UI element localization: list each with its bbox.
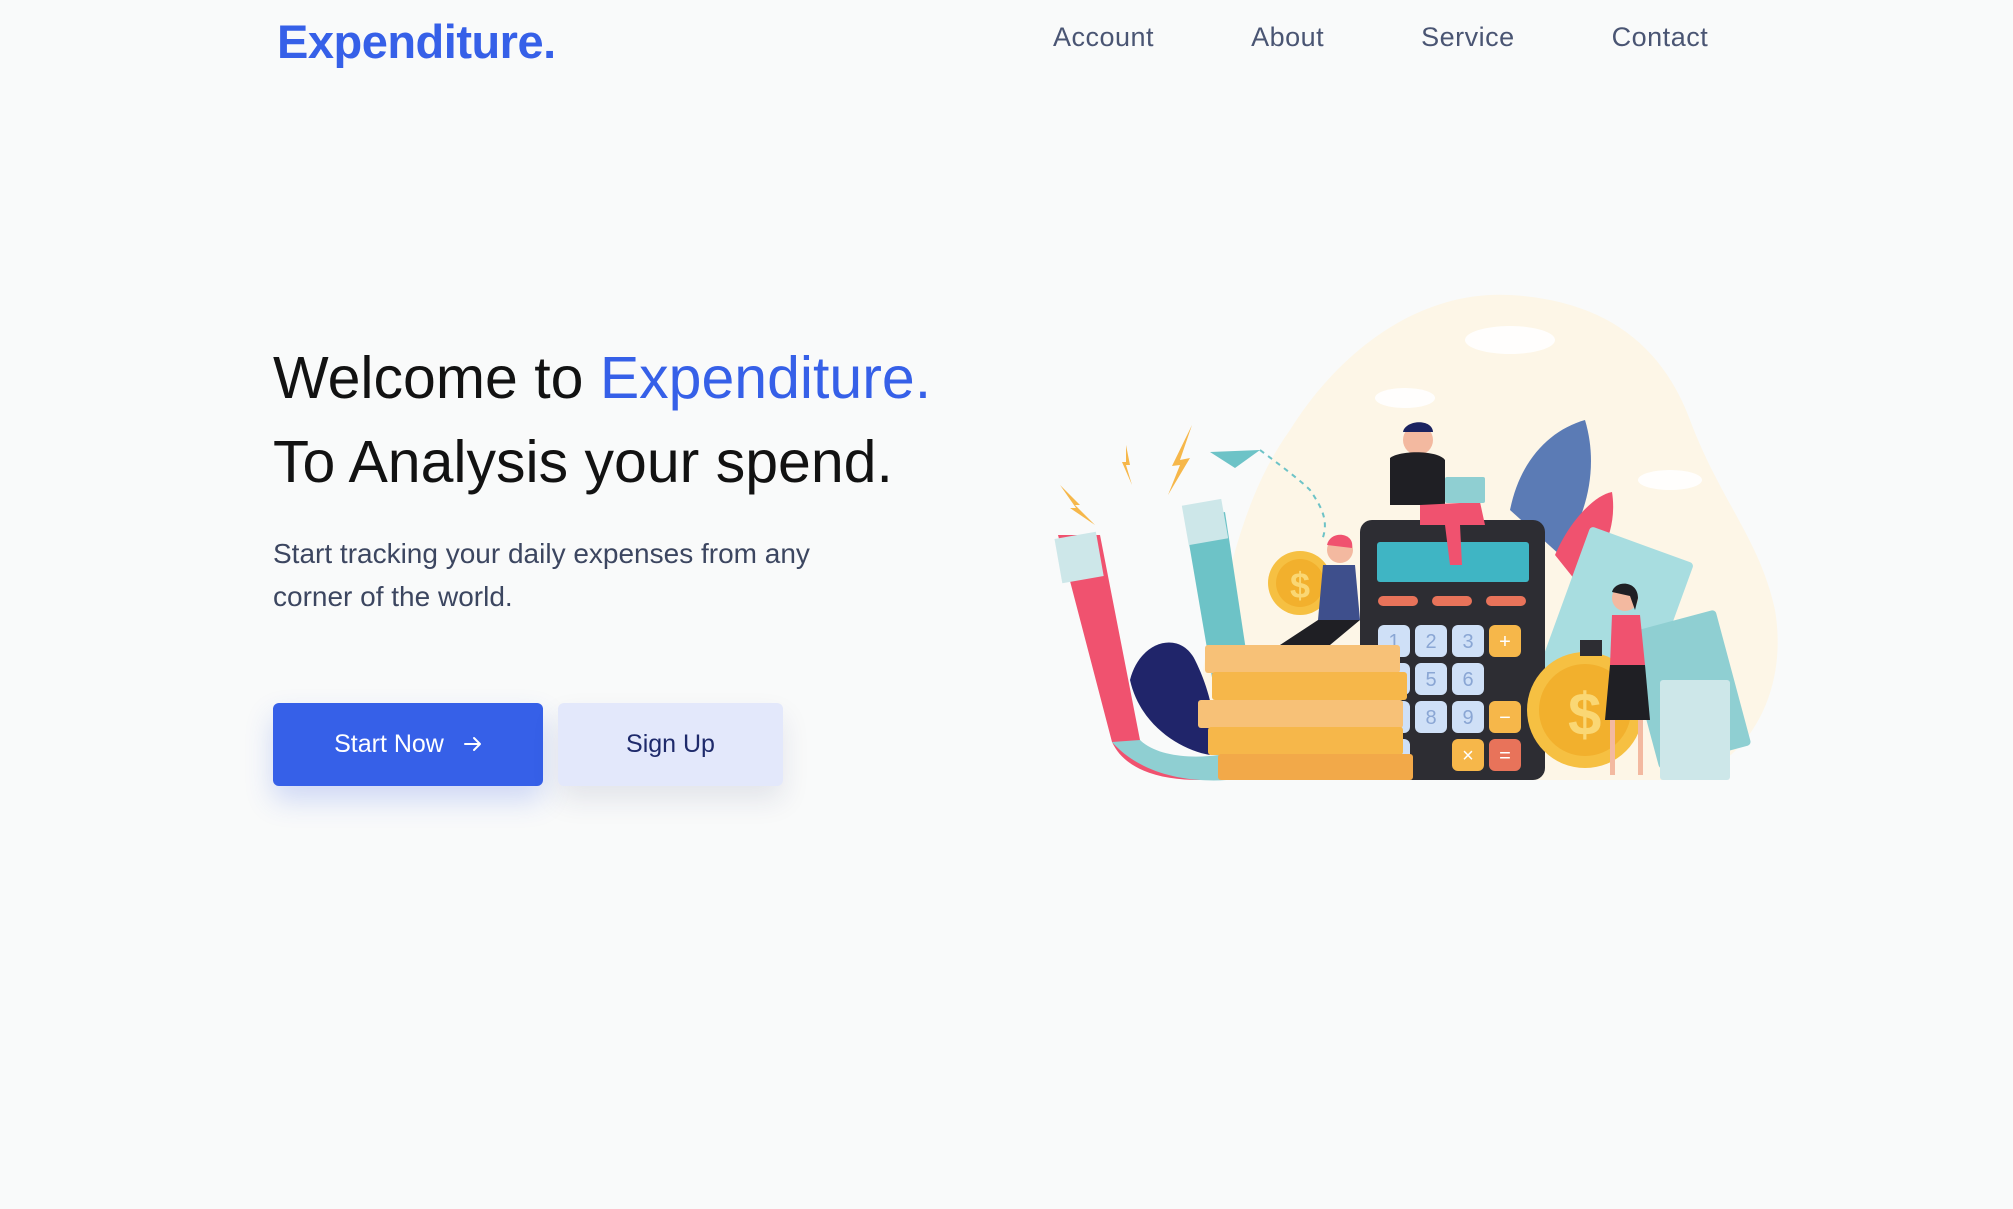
calculator-key-label: = [1499,745,1511,767]
start-now-label: Start Now [334,730,444,758]
finance-illustration: 123+456789−0×= $ $ [1054,294,1778,781]
calculator-key-label: 9 [1462,707,1473,729]
headline-prefix: Welcome to [273,345,600,411]
arrow-right-icon [463,730,482,759]
coin-stack-icon [1198,645,1413,780]
calculator-key-label: 5 [1425,669,1436,691]
hero-headline: Welcome to Expenditure. To Analysis your… [273,336,931,504]
calculator-key-label: 2 [1425,631,1436,653]
sign-up-button[interactable]: Sign Up [558,703,783,786]
nav-item-account[interactable]: Account [1053,22,1154,53]
calculator-key-label: 6 [1462,669,1473,691]
calculator-key-label: − [1499,707,1511,729]
calculator-key-label: × [1462,745,1474,767]
hero-subtitle: Start tracking your daily expenses from … [273,532,913,618]
top-nav: Account About Service Contact [1053,22,1708,53]
svg-text:$: $ [1568,681,1601,748]
calculator-key-label: 8 [1425,707,1436,729]
sign-up-label: Sign Up [626,730,715,758]
lightning-icon [1060,425,1192,525]
svg-text:$: $ [1290,565,1310,606]
nav-item-service[interactable]: Service [1421,22,1515,53]
landing-page: Expenditure. Account About Service Conta… [0,0,2013,1209]
calculator-key-label: 3 [1462,631,1473,653]
headline-line2: To Analysis your spend. [273,429,893,495]
subtitle-line2: corner of the world. [273,581,513,612]
headline-brand: Expenditure. [599,345,932,411]
brand-logo[interactable]: Expenditure. [277,14,556,69]
nav-item-contact[interactable]: Contact [1612,22,1709,53]
calculator-key-label: + [1499,631,1511,653]
nav-item-about[interactable]: About [1251,22,1324,53]
subtitle-line1: Start tracking your daily expenses from … [273,538,810,569]
start-now-button[interactable]: Start Now [273,703,543,786]
